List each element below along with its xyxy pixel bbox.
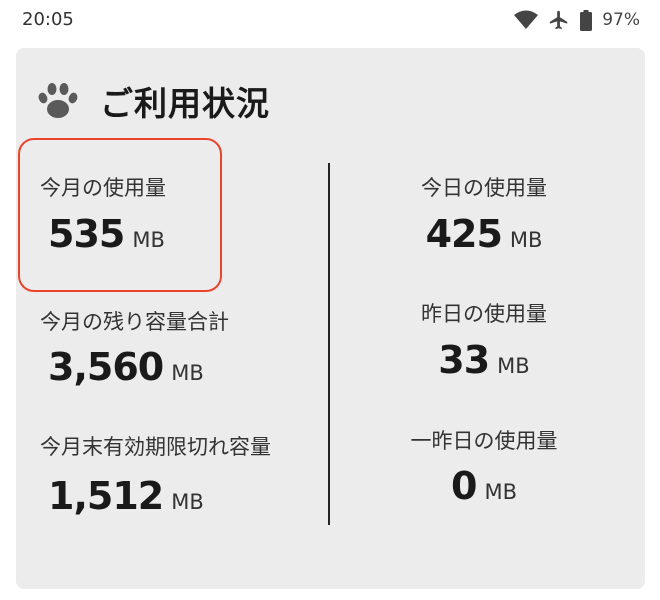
today-usage-value: 425 MB xyxy=(334,212,634,256)
paw-icon xyxy=(38,83,78,118)
wifi-icon xyxy=(514,10,539,29)
card-header: ご利用状況 xyxy=(38,76,270,126)
day-before-yesterday-usage-unit: MB xyxy=(484,480,517,504)
yesterday-usage-number: 33 xyxy=(438,338,490,382)
yesterday-usage-value: 33 MB xyxy=(334,338,634,382)
today-usage-number: 425 xyxy=(425,212,503,256)
monthly-usage-label: 今月の使用量 xyxy=(40,176,166,200)
yesterday-usage-unit: MB xyxy=(497,354,530,378)
status-icons: 97% xyxy=(514,8,640,32)
column-divider xyxy=(328,163,330,525)
expiring-capacity-unit: MB xyxy=(171,490,204,514)
usage-card: ご利用状況 今月の使用量 535 MB 今月の残り容量合計 3,560 MB 今月末… xyxy=(16,48,645,589)
battery-percent: 97% xyxy=(602,10,640,30)
day-before-yesterday-usage-value: 0 MB xyxy=(334,464,634,508)
battery-icon xyxy=(580,9,593,31)
airplane-icon xyxy=(550,10,568,30)
remaining-capacity-value: 3,560 MB xyxy=(48,345,204,389)
yesterday-usage-label: 昨日の使用量 xyxy=(421,302,547,326)
day-before-yesterday-usage-number: 0 xyxy=(451,464,477,508)
monthly-usage-number: 535 xyxy=(48,212,125,256)
card-title: ご利用状況 xyxy=(100,84,270,123)
monthly-usage-value: 535 MB xyxy=(48,212,165,256)
expiring-capacity-number: 1,512 xyxy=(48,474,164,518)
day-before-yesterday-usage-label: 一昨日の使用量 xyxy=(410,429,558,453)
remaining-capacity-unit: MB xyxy=(171,361,204,385)
status-bar: 20:05 97% xyxy=(0,0,660,40)
today-usage-label: 今日の使用量 xyxy=(421,176,547,200)
remaining-capacity-number: 3,560 xyxy=(48,345,164,389)
monthly-usage-unit: MB xyxy=(132,228,165,252)
status-time: 20:05 xyxy=(22,9,74,30)
expiring-capacity-label: 今月末有効期限切れ容量 xyxy=(40,435,271,459)
expiring-capacity-value: 1,512 MB xyxy=(48,474,204,518)
today-usage-unit: MB xyxy=(509,228,543,252)
remaining-capacity-label: 今月の残り容量合計 xyxy=(40,310,229,334)
